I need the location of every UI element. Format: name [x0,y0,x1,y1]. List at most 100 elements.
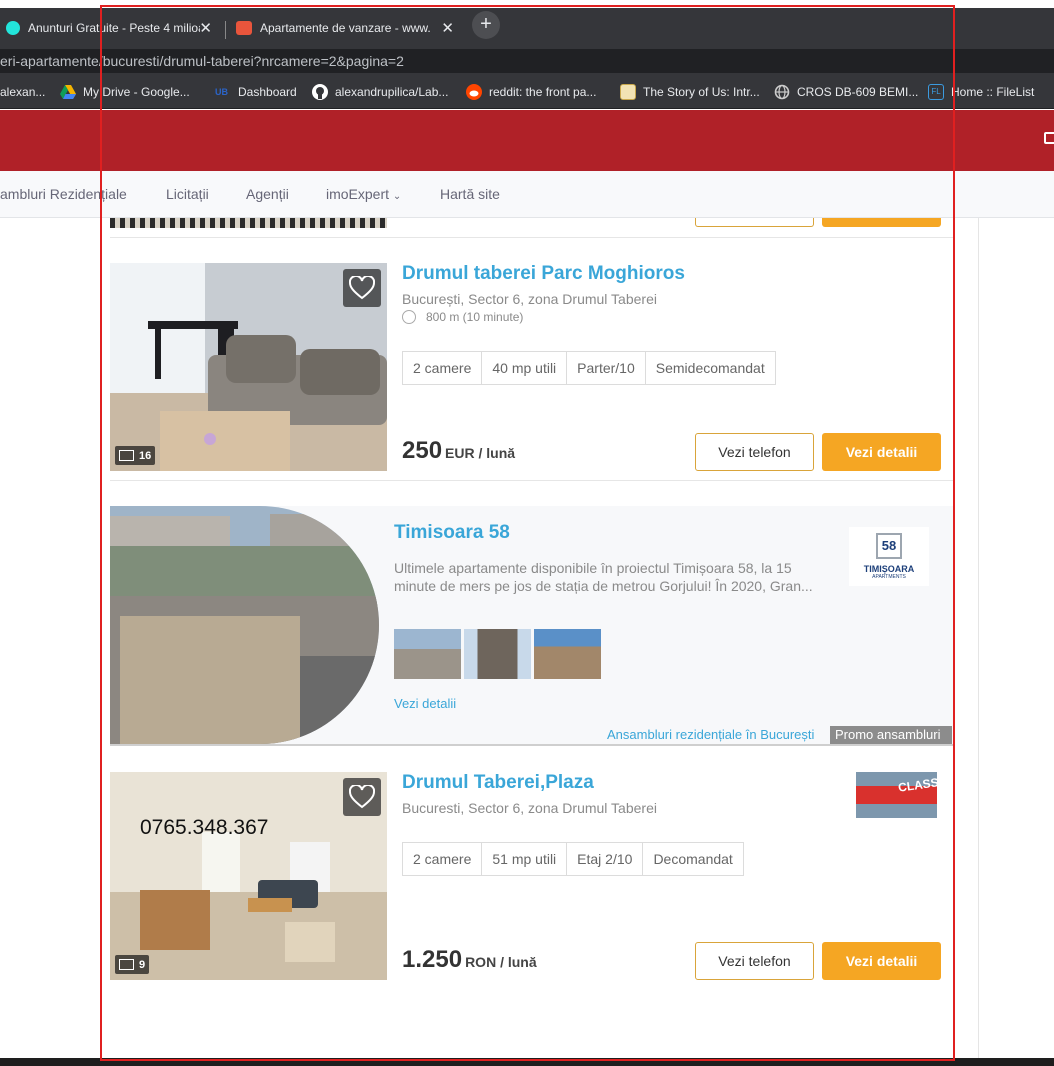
view-details-button[interactable]: Vezi detalii [822,942,941,980]
bookmark-story[interactable]: The Story of Us: Intr... [620,75,760,108]
listing-photo[interactable]: 0765.348.367 9 [110,772,387,980]
promo-thumbnail-3[interactable] [534,629,601,679]
spec-floor: Parter/10 [567,352,646,384]
spec-rooms: 2 camere [403,352,483,384]
chevron-down-icon: ⌄ [392,191,402,202]
favorite-heart-icon[interactable] [343,778,381,816]
metro-distance: 800 m (10 minute) [402,310,523,324]
spec-layout: Decomandat [653,851,733,867]
image-icon [119,959,134,970]
metro-icon [402,310,416,324]
new-tab-button[interactable]: + [472,11,500,39]
nav-ansambluri[interactable]: ambluri Rezidențiale [0,186,127,202]
browser-tab-imobiliare[interactable]: Apartamente de vanzare - www. ✕ [230,12,464,44]
bookmark-label: alexandrupilica/Lab... [335,84,449,99]
bookmarks-bar: alexan... My Drive - Google... UB Dashbo… [0,75,1054,109]
story-icon [620,83,636,100]
bookmark-github[interactable]: alexandrupilica/Lab... [312,75,448,108]
imobiliare-icon [236,21,252,35]
view-details-button[interactable]: Vezi detalii [822,433,941,471]
promo-thumbnail-1[interactable] [394,629,461,679]
listing-title-link[interactable]: Drumul Taberei,Plaza [402,772,594,794]
price-value: 250 [402,437,443,464]
close-tab-icon[interactable]: ✕ [199,19,212,37]
previous-details-button[interactable] [822,218,941,227]
promo-title-link[interactable]: Timisoara 58 [394,522,510,544]
show-phone-button[interactable]: Vezi telefon [695,942,814,980]
spec-floor: Etaj 2/10 [567,843,644,875]
listing-card[interactable]: 0765.348.367 9 Drumul Taberei,Plaza Bucu… [110,772,954,980]
globe-icon [774,84,790,100]
chat-icon[interactable] [1044,132,1054,144]
taskbar [0,1058,1054,1066]
image-icon [119,450,134,461]
promo-badge: Promo ansambluri [830,726,952,744]
browser-tab-olx[interactable]: Anunturi Gratuite - Peste 4 milioa ✕ [0,12,222,44]
bookmark-reddit[interactable]: reddit: the front pa... [466,75,596,108]
nav-label: imoExpert [326,186,390,202]
phone-watermark: 0765.348.367 [140,816,269,839]
card-divider [110,480,954,481]
nav-agentii[interactable]: Agenții [246,186,289,202]
promo-thumbnail-2[interactable] [464,629,531,679]
bookmark-dashboard[interactable]: UB Dashboard [215,75,297,108]
price-value: 1.250 [402,946,463,973]
site-header [0,110,1054,171]
nav-harta-site[interactable]: Hartă site [440,186,500,202]
listing-specs: 2 camere 51 mp utili Etaj 2/10 Decomanda… [402,842,744,876]
url-field[interactable]: eri-apartamente/bucuresti/drumul-taberei… [0,49,1054,73]
listing-photo[interactable]: 16 [110,263,387,471]
bookmark-cros[interactable]: CROS DB-609 BEMI... [774,75,918,108]
nav-licitatii[interactable]: Licitații [166,186,209,202]
promo-description: Ultimele apartamente disponibile în proi… [394,560,813,594]
main-nav: ambluri Rezidențiale Licitații Agenții i… [0,171,1054,218]
address-bar-area: eri-apartamente/bucuresti/drumul-taberei… [0,44,1054,75]
agency-logo[interactable]: CLASS [856,772,937,818]
ansambluri-bucuresti-link[interactable]: Ansambluri rezidențiale în București [607,727,814,742]
price-unit: RON / lună [465,954,537,970]
bookmark-filelist[interactable]: FL Home :: FileList [928,75,1034,108]
listing-price: 250 EUR / lună [402,437,515,465]
bookmark-label: alexan... [0,84,46,99]
olx-icon [6,21,20,35]
spec-area: 51 mp utili [482,843,568,875]
listing-title-link[interactable]: Drumul taberei Parc Moghioros [402,263,685,285]
image-count-badge: 16 [115,446,156,465]
nav-imoexpert[interactable]: imoExpert ⌄ [326,186,401,202]
tab-title: Apartamente de vanzare - www. [260,21,431,35]
timisoara-58-logo[interactable]: 58 TIMIȘOARA APARTMENTS [849,527,929,586]
previous-phone-button[interactable] [695,218,814,227]
browser-tab-bar: Anunturi Gratuite - Peste 4 milioa ✕ Apa… [0,8,1054,44]
favorite-heart-icon[interactable] [343,269,381,307]
window-top [0,0,1054,8]
listing-location: București, Sector 6, zona Drumul Taberei [402,291,657,307]
bookmark-my-drive[interactable]: My Drive - Google... [60,75,190,108]
listing-card[interactable]: 16 Drumul taberei Parc Moghioros Bucureș… [110,263,954,471]
logo-mark: 58 [876,533,902,559]
bookmark-label: CROS DB-609 BEMI... [797,84,919,99]
promo-details-link[interactable]: Vezi detalii [394,696,456,711]
card-divider [110,237,954,238]
show-phone-button[interactable]: Vezi telefon [695,433,814,471]
promo-card[interactable]: Timisoara 58 Ultimele apartamente dispon… [110,506,954,746]
bookmark-label: Dashboard [238,84,297,99]
spec-rooms: 2 camere [403,843,483,875]
bookmark-alexan[interactable]: alexan... [0,75,45,108]
dashboard-icon: UB [215,86,228,97]
previous-card-photo [110,218,387,228]
logo-sub: APARTMENTS [872,574,906,580]
listing-location: Bucuresti, Sector 6, zona Drumul Taberei [402,800,657,816]
image-count-badge: 9 [115,955,150,974]
promo-photo[interactable] [110,506,380,744]
tab-title: Anunturi Gratuite - Peste 4 milioa [28,21,200,35]
image-count: 9 [139,958,146,971]
listing-specs: 2 camere 40 mp utili Parter/10 Semidecom… [402,351,776,385]
image-count: 16 [139,449,152,462]
price-unit: EUR / lună [445,445,516,461]
bookmark-label: The Story of Us: Intr... [643,84,760,99]
bookmark-label: Home :: FileList [951,84,1035,99]
close-tab-icon[interactable]: ✕ [441,19,454,37]
listing-price: 1.250 RON / lună [402,946,537,974]
logo-name: TIMIȘOARA [863,564,915,574]
distance-text: 800 m (10 minute) [426,310,524,324]
